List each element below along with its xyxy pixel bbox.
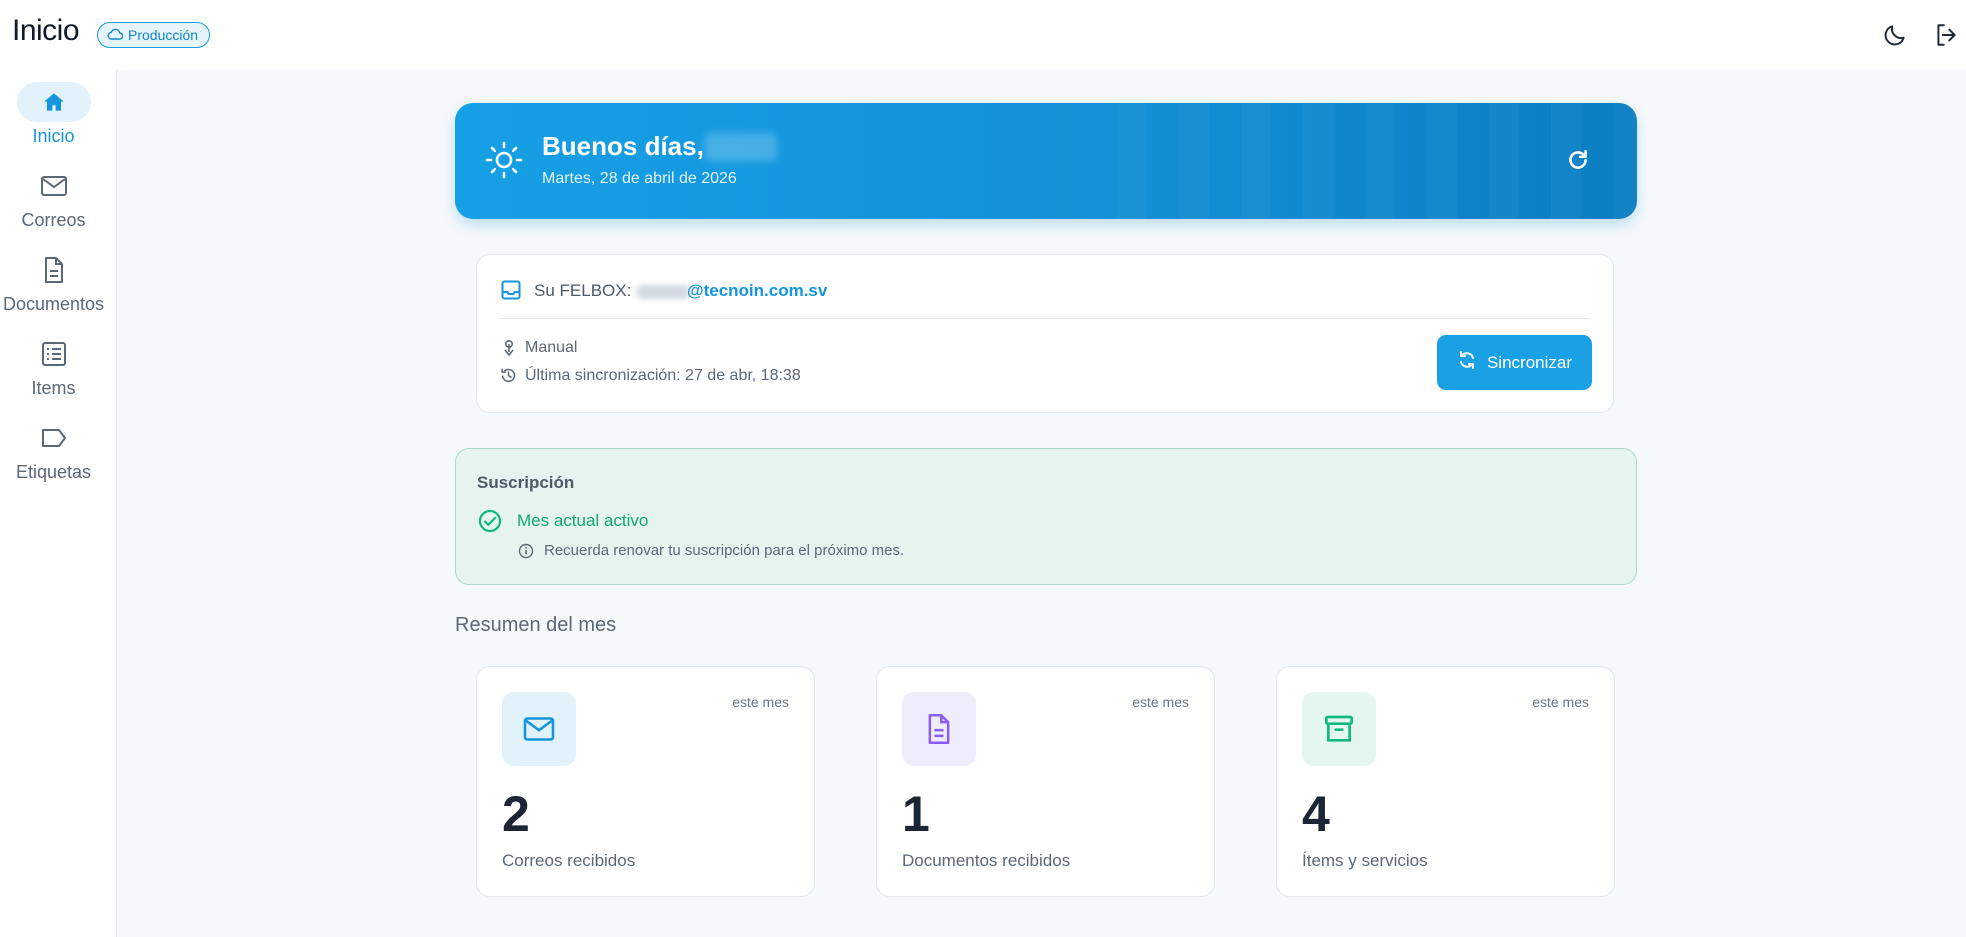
document-icon [17,250,91,290]
mail-icon [502,692,576,766]
felbox-label: Su FELBOX: [534,281,632,300]
sync-mode: Manual [525,339,578,356]
redacted-email-user [637,285,689,299]
subscription-card: Suscripción Mes actual activo Recuerda r… [455,448,1637,585]
greeting-banner: Buenos días, Martes, 28 de abril de 2026 [455,103,1637,219]
info-icon [518,543,534,564]
history-icon [500,367,517,389]
stat-label: Documentos recibidos [902,851,1071,870]
stat-period: este mes [1532,694,1589,710]
sidebar-item-inicio[interactable]: Inicio [0,82,107,166]
subscription-title: Suscripción [477,473,575,492]
sidebar-item-documentos[interactable]: Documentos [0,250,107,334]
banner-decoration [1117,103,1637,219]
home-icon [16,82,91,122]
page-title: Inicio [12,14,80,47]
stat-card-items[interactable]: este mes 4 Ítems y servicios [1276,666,1615,897]
current-date: Martes, 28 de abril de 2026 [542,170,737,187]
tag-icon [17,418,91,458]
environment-badge: Producción [97,22,211,48]
sidebar: Inicio Correos Documentos Items Etiqueta… [0,70,117,937]
subscription-note: Recuerda renovar tu suscripción para el … [544,542,905,559]
divider [500,318,1590,319]
stat-period: este mes [1132,694,1189,710]
cloud-icon [107,27,124,43]
stat-card-documentos[interactable]: este mes 1 Documentos recibidos [876,666,1215,897]
mail-icon [17,166,91,206]
stat-label: Ítems y servicios [1302,851,1428,870]
inbox-icon [501,280,521,305]
logout-icon[interactable] [1931,20,1961,50]
document-icon [902,692,976,766]
sync-button-label: Sincronizar [1486,352,1573,372]
sidebar-item-label: Correos [21,210,86,230]
refresh-icon[interactable] [1565,147,1591,178]
sidebar-item-items[interactable]: Items [0,334,107,418]
dark-mode-toggle-icon[interactable] [1880,20,1910,50]
sidebar-item-etiquetas[interactable]: Etiquetas [0,418,107,502]
sidebar-item-label: Etiquetas [15,462,92,482]
sidebar-item-label: Inicio [32,126,75,146]
felbox-email[interactable]: @tecnoin.com.sv [687,281,827,301]
stat-card-correos[interactable]: este mes 2 Correos recibidos [476,666,815,897]
sidebar-item-label: Items [31,378,76,398]
summary-title: Resumen del mes [455,614,617,636]
stat-value: 4 [1302,786,1330,842]
stat-period: este mes [732,694,789,710]
stat-value: 1 [902,786,930,842]
stat-value: 2 [502,786,530,842]
subscription-status: Mes actual activo [517,511,649,530]
sidebar-item-correos[interactable]: Correos [0,166,107,250]
redacted-user-name [705,133,777,161]
sync-icon [1457,350,1477,375]
check-circle-icon [478,509,502,538]
environment-label: Producción [128,27,199,43]
last-sync: Última sincronización: 27 de abr, 18:38 [525,367,801,384]
archive-icon [1302,692,1376,766]
touch-icon [501,339,517,362]
greeting-text: Buenos días, [542,131,704,161]
sun-icon [485,141,523,184]
stat-label: Correos recibidos [502,851,636,870]
list-icon [17,334,91,374]
sidebar-item-label: Documentos [2,294,105,314]
sync-button[interactable]: Sincronizar [1437,335,1592,390]
top-app-bar: Inicio Producción [0,0,1966,70]
